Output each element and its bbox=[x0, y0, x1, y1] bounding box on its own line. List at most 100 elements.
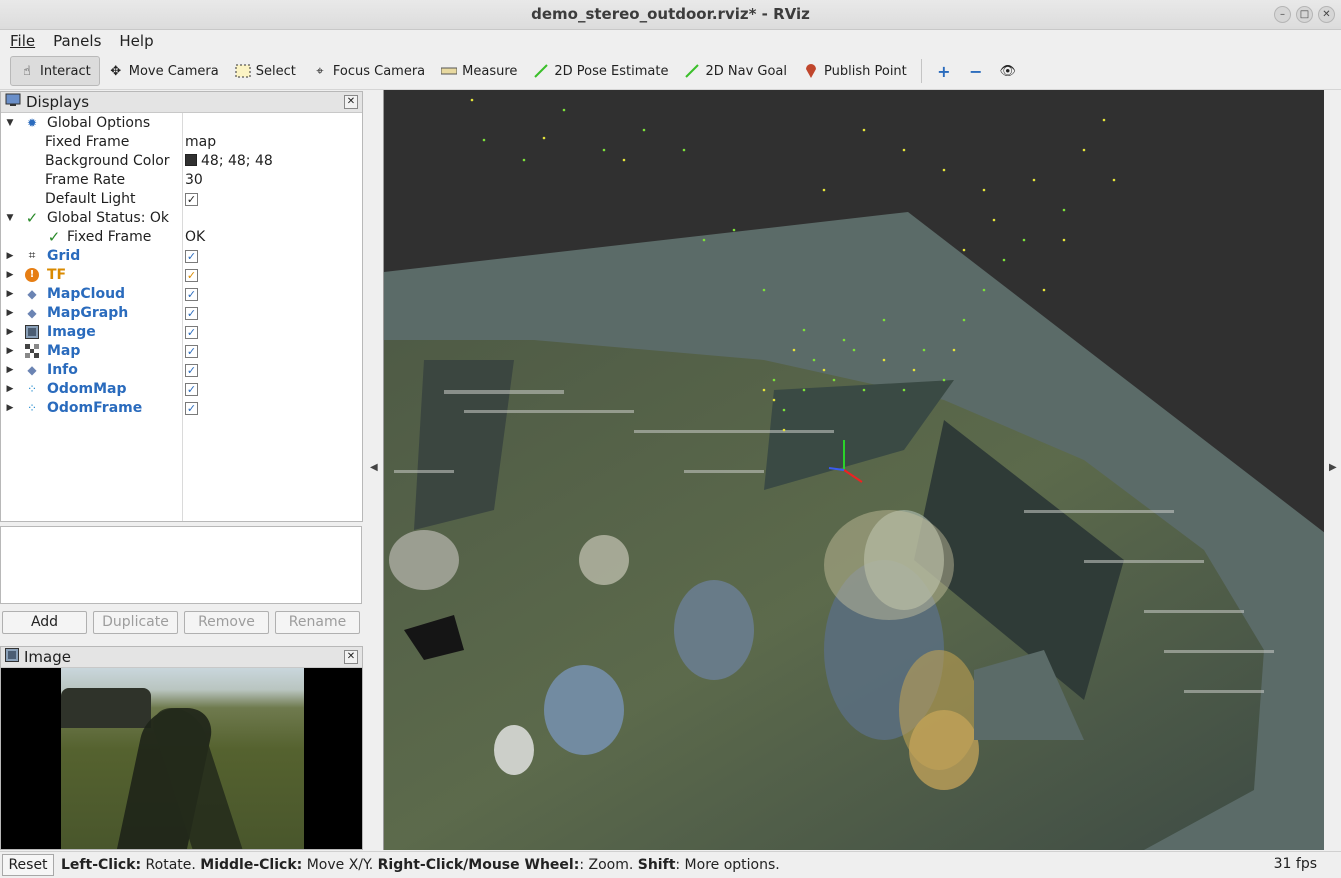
menu-panels[interactable]: Panels bbox=[47, 30, 107, 52]
minimize-icon[interactable]: – bbox=[1274, 6, 1291, 23]
displays-button-row: Add Duplicate Remove Rename bbox=[2, 611, 360, 634]
duplicate-button[interactable]: Duplicate bbox=[93, 611, 178, 634]
hint-middle-click: Middle-Click: bbox=[200, 857, 303, 873]
menu-file[interactable]: File bbox=[4, 30, 41, 52]
map-pin-icon bbox=[803, 63, 819, 79]
publish-point-tool-button[interactable]: Publish Point bbox=[795, 56, 915, 86]
display-mapgraph-checkbox[interactable]: ✓ bbox=[185, 305, 198, 321]
dot-cloud-icon: ⁘ bbox=[26, 381, 38, 396]
window-title: demo_stereo_outdoor.rviz* - RViz bbox=[531, 5, 810, 23]
menu-help[interactable]: Help bbox=[113, 30, 159, 52]
tree-row-image[interactable]: ▶ Image ✓ bbox=[1, 322, 362, 341]
expand-arrow-icon[interactable]: ▶ bbox=[5, 251, 15, 261]
tree-row-background-color[interactable]: Background Color 48; 48; 48 bbox=[1, 151, 362, 170]
fixed-frame-label: Fixed Frame bbox=[45, 133, 130, 150]
select-tool-button[interactable]: Select bbox=[227, 56, 304, 86]
display-image-checkbox[interactable]: ✓ bbox=[185, 324, 198, 340]
maximize-icon[interactable]: □ bbox=[1296, 6, 1313, 23]
display-tf-checkbox[interactable]: ✓ bbox=[185, 267, 198, 283]
frame-rate-value[interactable]: 30 bbox=[185, 172, 203, 188]
expand-arrow-icon[interactable]: ▶ bbox=[5, 308, 15, 318]
fps-counter: 31 fps bbox=[1273, 856, 1317, 872]
focus-camera-label: Focus Camera bbox=[332, 63, 426, 79]
tree-row-global-status[interactable]: ▼ ✓ Global Status: Ok bbox=[1, 208, 362, 227]
tree-row-frame-rate[interactable]: Frame Rate 30 bbox=[1, 170, 362, 189]
tree-row-map[interactable]: ▶ Map ✓ bbox=[1, 341, 362, 360]
collapse-right-arrow-icon[interactable]: ▶ bbox=[1329, 462, 1337, 473]
ruler-icon bbox=[441, 63, 458, 79]
map-icon bbox=[25, 343, 39, 358]
status-fixed-frame-value: OK bbox=[185, 228, 206, 245]
interact-tool-button[interactable]: ☝ Interact bbox=[10, 56, 100, 86]
pose-estimate-label: 2D Pose Estimate bbox=[554, 63, 669, 79]
collapse-left-arrow-icon[interactable]: ◀ bbox=[370, 462, 378, 473]
tree-row-mapcloud[interactable]: ▶ ◆ MapCloud ✓ bbox=[1, 284, 362, 303]
tree-row-fixed-frame[interactable]: Fixed Frame map bbox=[1, 132, 362, 151]
tree-row-grid[interactable]: ▶ ⌗ Grid ✓ bbox=[1, 246, 362, 265]
move-camera-label: Move Camera bbox=[128, 63, 219, 79]
display-mapcloud-checkbox[interactable]: ✓ bbox=[185, 286, 198, 302]
image-icon bbox=[25, 324, 39, 339]
default-light-checkbox[interactable]: ✓ bbox=[185, 191, 198, 207]
display-grid-checkbox[interactable]: ✓ bbox=[185, 248, 198, 264]
toolbar-separator bbox=[920, 59, 922, 83]
close-panel-icon[interactable]: ✕ bbox=[344, 650, 358, 664]
image-panel-title: Image bbox=[24, 648, 71, 666]
publish-point-label: Publish Point bbox=[824, 63, 907, 79]
remove-tool-button[interactable]: − bbox=[960, 56, 992, 86]
camera-image bbox=[61, 668, 304, 849]
global-options-label: Global Options bbox=[47, 114, 151, 131]
expand-arrow-icon[interactable]: ▶ bbox=[5, 403, 15, 413]
add-tool-button[interactable]: + bbox=[928, 56, 960, 86]
title-bar: demo_stereo_outdoor.rviz* - RViz – □ ✕ bbox=[0, 0, 1341, 30]
background-color-label: Background Color bbox=[45, 152, 170, 169]
display-map-checkbox[interactable]: ✓ bbox=[185, 343, 198, 359]
fixed-frame-value[interactable]: map bbox=[185, 134, 216, 150]
3d-render-view[interactable] bbox=[383, 90, 1324, 850]
display-info-checkbox[interactable]: ✓ bbox=[185, 362, 198, 378]
measure-tool-button[interactable]: Measure bbox=[433, 56, 525, 86]
view-tool-button[interactable]: 👁 bbox=[992, 56, 1024, 86]
reset-button[interactable]: Reset bbox=[2, 854, 54, 876]
display-odomframe-checkbox[interactable]: ✓ bbox=[185, 400, 198, 416]
focus-camera-tool-button[interactable]: ⌖ Focus Camera bbox=[304, 56, 433, 86]
displays-header: Displays bbox=[1, 92, 362, 113]
nav-goal-tool-button[interactable]: 2D Nav Goal bbox=[676, 56, 795, 86]
close-panel-icon[interactable]: ✕ bbox=[344, 95, 358, 109]
tree-row-default-light[interactable]: Default Light ✓ bbox=[1, 189, 362, 208]
tree-row-odommap[interactable]: ▶ ⁘ OdomMap ✓ bbox=[1, 379, 362, 398]
display-grid-label: Grid bbox=[47, 247, 81, 264]
display-mapgraph-label: MapGraph bbox=[47, 304, 129, 321]
display-odommap-checkbox[interactable]: ✓ bbox=[185, 381, 198, 397]
tree-row-tf[interactable]: ▶ ! TF ✓ bbox=[1, 265, 362, 284]
image-panel-header: Image bbox=[1, 647, 362, 668]
collapse-arrow-icon[interactable]: ▼ bbox=[5, 118, 15, 128]
remove-button[interactable]: Remove bbox=[184, 611, 269, 634]
expand-arrow-icon[interactable]: ▶ bbox=[5, 327, 15, 337]
plus-icon: + bbox=[937, 61, 951, 81]
expand-arrow-icon[interactable]: ▶ bbox=[5, 270, 15, 280]
expand-arrow-icon[interactable]: ▶ bbox=[5, 365, 15, 375]
add-button[interactable]: Add bbox=[2, 611, 87, 634]
close-icon[interactable]: ✕ bbox=[1318, 6, 1335, 23]
background-color-value[interactable]: 48; 48; 48 bbox=[185, 153, 273, 169]
collapse-arrow-icon[interactable]: ▼ bbox=[5, 213, 15, 223]
rename-button[interactable]: Rename bbox=[275, 611, 360, 634]
tree-row-global-options[interactable]: ▼ ✹ Global Options bbox=[1, 113, 362, 132]
green-arrow-icon bbox=[533, 63, 549, 79]
tree-row-odomframe[interactable]: ▶ ⁘ OdomFrame ✓ bbox=[1, 398, 362, 417]
expand-arrow-icon[interactable]: ▶ bbox=[5, 346, 15, 356]
move-camera-tool-button[interactable]: ✥ Move Camera bbox=[100, 56, 227, 86]
expand-arrow-icon[interactable]: ▶ bbox=[5, 384, 15, 394]
pose-estimate-tool-button[interactable]: 2D Pose Estimate bbox=[525, 56, 676, 86]
window-controls: – □ ✕ bbox=[1274, 6, 1335, 23]
grid-icon: ⌗ bbox=[28, 248, 36, 262]
toolbar: ☝ Interact ✥ Move Camera Select ⌖ Focus … bbox=[0, 53, 1341, 90]
tree-row-status-fixed-frame[interactable]: ✓ Fixed Frame OK bbox=[1, 227, 362, 246]
expand-arrow-icon[interactable]: ▶ bbox=[5, 289, 15, 299]
display-odommap-label: OdomMap bbox=[47, 380, 127, 397]
dot-cloud-icon: ⁘ bbox=[26, 400, 38, 415]
tree-row-mapgraph[interactable]: ▶ ◆ MapGraph ✓ bbox=[1, 303, 362, 322]
tree-row-info[interactable]: ▶ ◆ Info ✓ bbox=[1, 360, 362, 379]
displays-tree: ▼ ✹ Global Options Fixed Frame map Backg… bbox=[1, 113, 362, 417]
